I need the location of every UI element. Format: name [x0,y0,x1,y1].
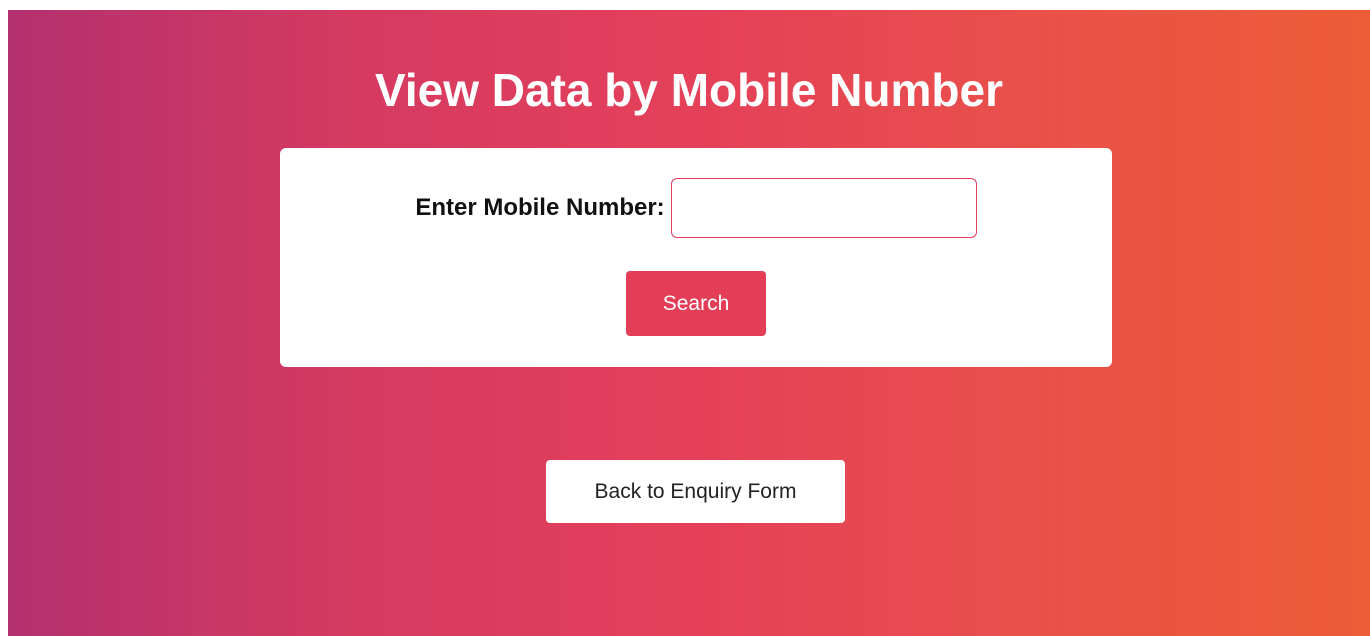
page-background: View Data by Mobile Number Enter Mobile … [8,10,1370,636]
back-to-enquiry-form-button[interactable]: Back to Enquiry Form [546,460,845,523]
mobile-number-label: Enter Mobile Number: [415,194,665,221]
mobile-form-row: Enter Mobile Number: [280,178,1112,238]
search-card: Enter Mobile Number: Search [280,148,1112,367]
search-button[interactable]: Search [626,271,766,336]
mobile-number-input[interactable] [670,178,977,238]
page-title: View Data by Mobile Number [375,64,1003,116]
